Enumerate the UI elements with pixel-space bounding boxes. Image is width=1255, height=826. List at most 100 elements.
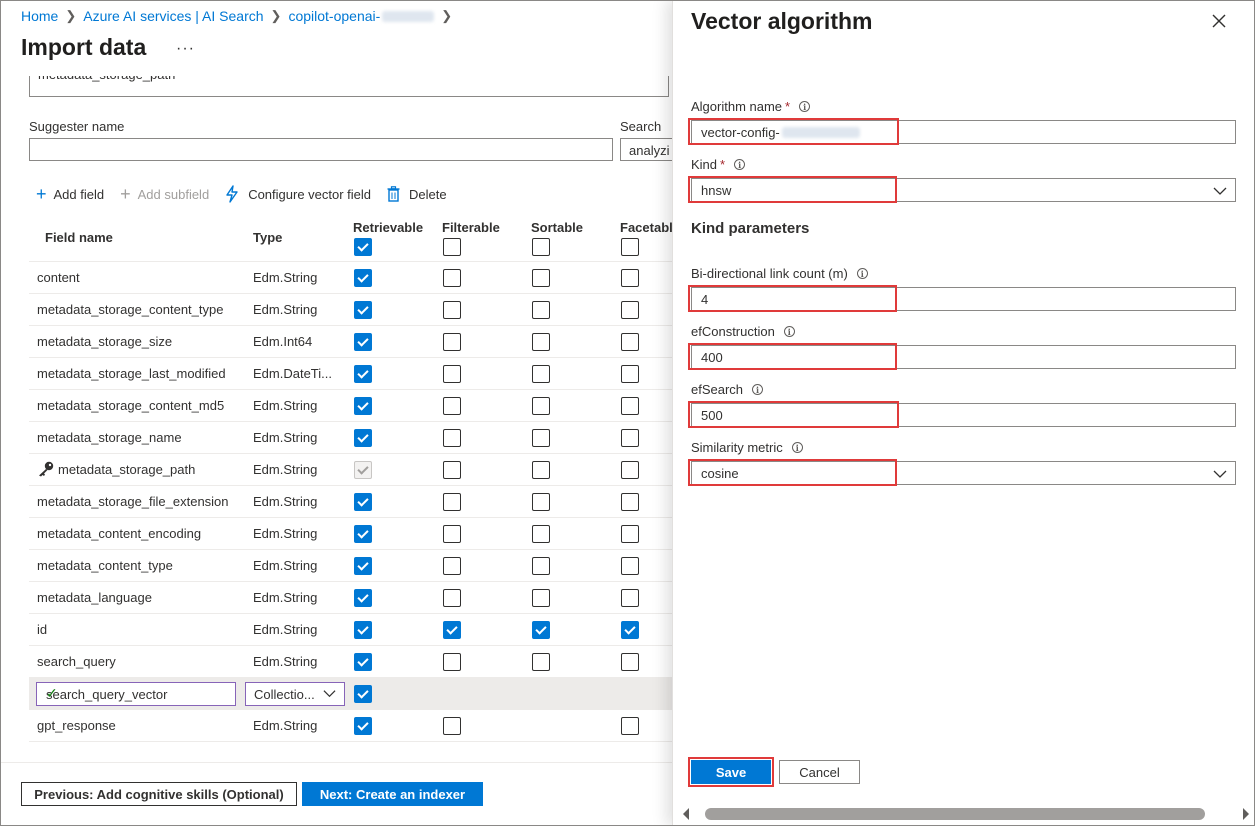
retrievable-checkbox[interactable] [354, 333, 372, 351]
info-icon[interactable]: i [799, 101, 811, 112]
retrievable-checkbox[interactable] [354, 685, 372, 703]
search-mode-select[interactable]: analyzi [620, 138, 672, 161]
facetable-checkbox[interactable] [621, 301, 639, 319]
table-row[interactable]: metadata_content_type Edm.String [29, 550, 672, 582]
retrievable-checkbox[interactable] [354, 269, 372, 287]
retrievable-checkbox[interactable] [354, 557, 372, 575]
facetable-all-checkbox[interactable] [621, 238, 639, 256]
facetable-checkbox[interactable] [621, 365, 639, 383]
table-row[interactable]: search_query_vector ✓ Collectio... [29, 678, 672, 710]
delete-button[interactable]: Delete [387, 186, 447, 202]
filterable-checkbox[interactable] [443, 461, 461, 479]
info-icon[interactable]: i [783, 326, 795, 337]
facetable-checkbox[interactable] [621, 461, 639, 479]
facetable-checkbox[interactable] [621, 717, 639, 735]
sortable-checkbox[interactable] [532, 525, 550, 543]
filterable-checkbox[interactable] [443, 653, 461, 671]
sortable-checkbox[interactable] [532, 621, 550, 639]
sortable-checkbox[interactable] [532, 301, 550, 319]
sortable-checkbox[interactable] [532, 557, 550, 575]
sortable-checkbox[interactable] [532, 429, 550, 447]
table-row[interactable]: metadata_storage_name Edm.String [29, 422, 672, 454]
table-row[interactable]: metadata_storage_content_type Edm.String [29, 294, 672, 326]
facetable-checkbox[interactable] [621, 493, 639, 511]
filterable-checkbox[interactable] [443, 301, 461, 319]
scroll-left-arrow-icon[interactable] [683, 808, 689, 820]
facetable-checkbox[interactable] [621, 429, 639, 447]
info-icon[interactable]: i [752, 384, 764, 395]
sortable-checkbox[interactable] [532, 397, 550, 415]
retrievable-checkbox[interactable] [354, 621, 372, 639]
filterable-checkbox[interactable] [443, 269, 461, 287]
info-icon[interactable]: i [734, 159, 746, 170]
table-row[interactable]: gpt_response Edm.String [29, 710, 672, 742]
sortable-all-checkbox[interactable] [532, 238, 550, 256]
scroll-thumb[interactable] [705, 808, 1205, 820]
retrievable-checkbox[interactable] [354, 429, 372, 447]
sortable-checkbox[interactable] [532, 333, 550, 351]
facetable-checkbox[interactable] [621, 525, 639, 543]
configure-vector-field-button[interactable]: Configure vector field [225, 185, 371, 203]
sortable-checkbox[interactable] [532, 269, 550, 287]
breadcrumb-ai-services[interactable]: Azure AI services | AI Search [83, 8, 263, 24]
retrievable-checkbox[interactable] [354, 589, 372, 607]
retrievable-checkbox[interactable] [354, 493, 372, 511]
info-icon[interactable]: i [856, 268, 868, 279]
sortable-checkbox[interactable] [532, 589, 550, 607]
table-row[interactable]: metadata_storage_path Edm.String [29, 454, 672, 486]
table-row[interactable]: metadata_storage_last_modified Edm.DateTi… [29, 358, 672, 390]
filterable-checkbox[interactable] [443, 493, 461, 511]
filterable-checkbox[interactable] [443, 333, 461, 351]
previous-button[interactable]: Previous: Add cognitive skills (Optional… [21, 782, 297, 806]
sortable-checkbox[interactable] [532, 365, 550, 383]
table-row[interactable]: content Edm.String [29, 262, 672, 294]
facetable-checkbox[interactable] [621, 653, 639, 671]
filterable-checkbox[interactable] [443, 717, 461, 735]
scroll-right-arrow-icon[interactable] [1243, 808, 1249, 820]
facetable-checkbox[interactable] [621, 269, 639, 287]
suggester-name-input[interactable] [29, 138, 613, 161]
retrievable-checkbox[interactable] [354, 365, 372, 383]
table-row[interactable]: search_query Edm.String [29, 646, 672, 678]
facetable-checkbox[interactable] [621, 333, 639, 351]
retrievable-checkbox[interactable] [354, 301, 372, 319]
facetable-checkbox[interactable] [621, 397, 639, 415]
horizontal-scrollbar[interactable] [681, 806, 1251, 822]
next-button[interactable]: Next: Create an indexer [302, 782, 483, 806]
cancel-button[interactable]: Cancel [779, 760, 860, 784]
retrievable-all-checkbox[interactable] [354, 238, 372, 256]
filterable-checkbox[interactable] [443, 589, 461, 607]
filterable-checkbox[interactable] [443, 365, 461, 383]
field-type-select[interactable]: Collectio... [245, 682, 345, 706]
add-subfield-button[interactable]: + Add subfield [120, 185, 209, 203]
filterable-checkbox[interactable] [443, 397, 461, 415]
table-row[interactable]: metadata_storage_file_extension Edm.Strin… [29, 486, 672, 518]
retrievable-checkbox[interactable] [354, 397, 372, 415]
table-row[interactable]: metadata_storage_content_md5 Edm.String [29, 390, 672, 422]
key-field-input[interactable]: metadata_storage_path [29, 76, 669, 97]
filterable-checkbox[interactable] [443, 429, 461, 447]
sortable-checkbox[interactable] [532, 653, 550, 671]
more-options-icon[interactable]: ··· [176, 40, 195, 58]
facetable-checkbox[interactable] [621, 589, 639, 607]
add-field-button[interactable]: + Add field [36, 185, 104, 203]
filterable-all-checkbox[interactable] [443, 238, 461, 256]
retrievable-checkbox[interactable] [354, 525, 372, 543]
filterable-checkbox[interactable] [443, 621, 461, 639]
retrievable-checkbox[interactable] [354, 717, 372, 735]
breadcrumb-search-service[interactable]: copilot-openai- [288, 8, 380, 24]
table-row[interactable]: metadata_language Edm.String [29, 582, 672, 614]
sortable-checkbox[interactable] [532, 461, 550, 479]
column-header-field-name[interactable]: Field name [45, 230, 113, 245]
info-icon[interactable]: i [791, 442, 803, 453]
field-name-input[interactable]: search_query_vector ✓ [36, 682, 236, 706]
table-row[interactable]: metadata_content_encoding Edm.String [29, 518, 672, 550]
close-icon[interactable] [1211, 13, 1227, 29]
facetable-checkbox[interactable] [621, 621, 639, 639]
column-header-type[interactable]: Type [253, 230, 282, 245]
table-row[interactable]: metadata_storage_size Edm.Int64 [29, 326, 672, 358]
sortable-checkbox[interactable] [532, 493, 550, 511]
breadcrumb-home[interactable]: Home [21, 8, 58, 24]
retrievable-checkbox[interactable] [354, 653, 372, 671]
facetable-checkbox[interactable] [621, 557, 639, 575]
